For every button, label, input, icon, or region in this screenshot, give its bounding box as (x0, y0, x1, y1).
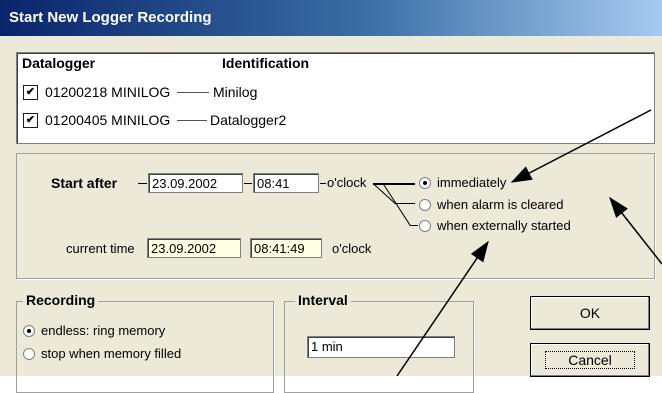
list-item[interactable]: ✔ 01200405 MINILOG Datalogger2 (17, 109, 654, 135)
connector-line (373, 183, 415, 185)
list-item[interactable]: ✔ 01200218 MINILOG Minilog (17, 81, 654, 107)
ok-label: OK (579, 305, 601, 321)
current-oclock-label: o'clock (332, 241, 372, 256)
logger-name: Datalogger2 (210, 112, 287, 128)
logger-code: 01200405 MINILOG (45, 112, 171, 128)
recording-legend: Recording (23, 292, 99, 308)
start-alarm-cleared-label[interactable]: when alarm is cleared (437, 197, 563, 212)
recording-endless-label[interactable]: endless: ring memory (41, 323, 165, 338)
window-title: Start New Logger Recording (9, 9, 212, 26)
start-after-label: Start after (51, 175, 118, 191)
interval-field[interactable]: 1 min (307, 336, 455, 358)
current-time-label: current time (66, 241, 135, 256)
column-header-identification[interactable]: Identification (222, 55, 309, 71)
recording-stop-radio[interactable] (23, 348, 35, 360)
cancel-label: Cancel (545, 351, 635, 369)
column-header-datalogger[interactable]: Datalogger (22, 55, 95, 71)
connector-line (138, 183, 147, 184)
connector-line (244, 183, 252, 184)
start-immediately-radio[interactable] (419, 177, 431, 189)
connector-line (395, 203, 415, 204)
recording-group: Recording endless: ring memory stop when… (16, 292, 274, 393)
start-alarm-cleared-radio[interactable] (419, 199, 431, 211)
start-external-radio[interactable] (419, 220, 431, 232)
recording-stop-label[interactable]: stop when memory filled (41, 346, 181, 361)
start-external-label[interactable]: when externally started (437, 218, 571, 233)
start-group: Start after 23.09.2002 08:41 o'clock imm… (16, 153, 655, 279)
row-connector (177, 120, 207, 121)
interval-legend: Interval (295, 292, 351, 308)
logger-checkbox[interactable]: ✔ (23, 113, 38, 128)
recording-endless-radio[interactable] (23, 325, 35, 337)
row-connector (177, 92, 209, 93)
start-immediately-label[interactable]: immediately (437, 175, 506, 190)
ok-button[interactable]: OK (530, 296, 650, 330)
start-recording-dialog: Start New Logger Recording Datalogger Id… (0, 0, 662, 393)
connector-line (320, 183, 326, 184)
current-date-field: 23.09.2002 (147, 238, 241, 258)
cancel-button[interactable]: Cancel (530, 343, 650, 377)
start-date-field[interactable]: 23.09.2002 (148, 173, 243, 193)
oclock-label: o'clock (327, 175, 367, 190)
start-time-field[interactable]: 08:41 (253, 173, 319, 193)
title-bar[interactable]: Start New Logger Recording (0, 0, 662, 36)
interval-group: Interval 1 min (284, 292, 474, 393)
current-time-field: 08:41:49 (250, 238, 322, 258)
datalogger-list[interactable]: Datalogger Identification ✔ 01200218 MIN… (16, 52, 655, 144)
logger-checkbox[interactable]: ✔ (23, 85, 38, 100)
connector-line (382, 183, 411, 226)
logger-name: Minilog (213, 84, 258, 100)
logger-code: 01200218 MINILOG (45, 84, 171, 100)
connector-line (410, 225, 418, 226)
list-header: Datalogger Identification (17, 53, 654, 75)
